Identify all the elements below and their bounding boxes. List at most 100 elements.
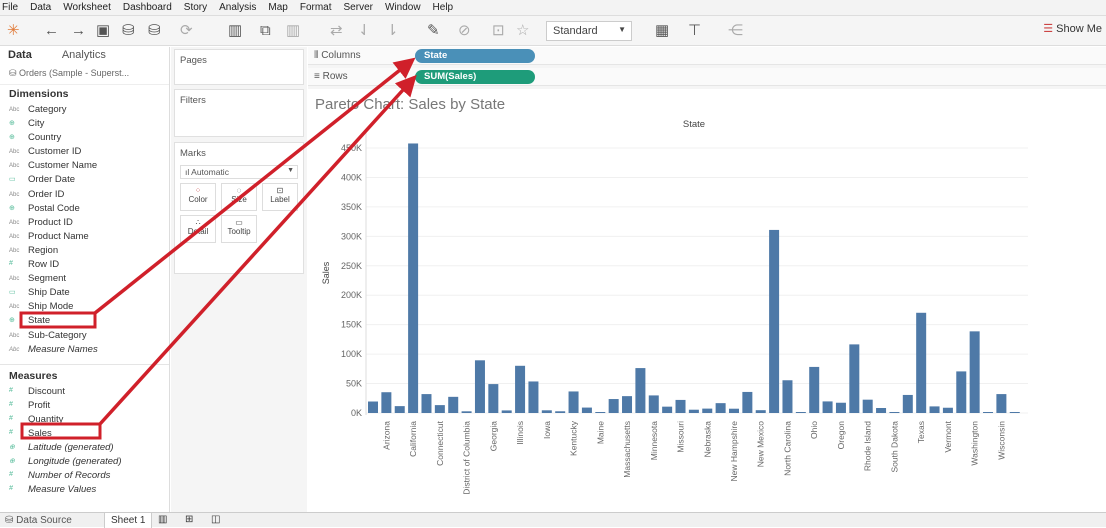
bar-south-carolina[interactable] [876, 408, 887, 413]
measure-field[interactable]: # Discount [0, 386, 169, 400]
bar-iowa[interactable] [541, 410, 552, 413]
bar-indiana[interactable] [528, 381, 539, 413]
dimension-field[interactable]: Abc Category [0, 104, 169, 118]
bar-nebraska[interactable] [702, 408, 713, 413]
menu-analysis[interactable]: Analysis [219, 2, 256, 13]
measure-field[interactable]: # Measure Values [0, 484, 169, 498]
labels-icon[interactable]: ⊡ [492, 22, 505, 40]
bar-virginia[interactable] [956, 371, 967, 413]
sum-sales-pill[interactable]: SUM(Sales) [415, 70, 535, 84]
detail-button[interactable]: ∴ Detail [180, 215, 216, 243]
bar-rhode-island[interactable] [862, 399, 873, 413]
bar-illinois[interactable] [515, 365, 526, 413]
rows-shelf[interactable]: ≡ Rows SUM(Sales) [308, 68, 1106, 86]
new-story-icon[interactable]: ◫ [211, 514, 220, 525]
bar-minnesota[interactable] [648, 395, 659, 413]
dimension-field[interactable]: Abc Region [0, 245, 169, 259]
group-icon[interactable]: ⊘ [458, 22, 471, 40]
menu-dashboard[interactable]: Dashboard [123, 2, 172, 13]
bar-tennessee[interactable] [902, 394, 913, 413]
label-button[interactable]: ⊡ Label [262, 183, 298, 211]
bar-texas[interactable] [916, 312, 927, 413]
bar-new-york[interactable] [769, 229, 780, 413]
data-source-tab[interactable]: ⛁ Data Source [5, 515, 72, 526]
state-pill[interactable]: State [415, 49, 535, 63]
save-icon[interactable]: ▣ [96, 22, 110, 40]
bar-utah[interactable] [929, 406, 940, 413]
bar-florida[interactable] [474, 360, 485, 413]
dimension-field[interactable]: Abc Product ID [0, 217, 169, 231]
menu-file[interactable]: File [2, 2, 18, 13]
show-cards-icon[interactable]: ▦ [655, 22, 669, 40]
bar-montana[interactable] [688, 409, 699, 413]
new-worksheet-icon[interactable]: ▥ [158, 514, 167, 525]
bar-kansas[interactable] [555, 411, 566, 413]
bar-wisconsin[interactable] [996, 394, 1007, 413]
dimension-field[interactable]: ▭ Ship Date [0, 287, 169, 301]
bar-california[interactable] [408, 143, 419, 413]
bar-connecticut[interactable] [434, 405, 445, 413]
bar-michigan[interactable] [635, 368, 646, 413]
measure-field[interactable]: # Sales [0, 428, 169, 442]
bar-nevada[interactable] [715, 403, 726, 413]
dimension-field[interactable]: Abc Segment [0, 273, 169, 287]
bar-maine[interactable] [595, 412, 606, 413]
undo-icon[interactable]: ← [44, 22, 59, 40]
bar-idaho[interactable] [501, 410, 512, 413]
bar-alabama[interactable] [368, 401, 378, 413]
bar-new-mexico[interactable] [755, 410, 766, 413]
bar-south-dakota[interactable] [889, 412, 900, 413]
bar-louisiana[interactable] [581, 407, 592, 413]
sheet-tab[interactable]: Sheet 1 [104, 513, 153, 528]
bar-north-dakota[interactable] [795, 412, 806, 413]
dimension-field[interactable]: Abc Customer Name [0, 160, 169, 174]
highlight-icon[interactable]: ✎ [427, 22, 440, 40]
swap-icon[interactable]: ⇄ [330, 22, 343, 40]
refresh-icon[interactable]: ⟳ [180, 22, 193, 40]
pause-updates-icon[interactable]: ⛁ [148, 22, 161, 40]
measure-field[interactable]: # Profit [0, 400, 169, 414]
presentation-icon[interactable]: ⊤ [688, 22, 701, 40]
measure-field[interactable]: ⊕ Latitude (generated) [0, 442, 169, 456]
clear-sheet-icon[interactable]: ▥ [286, 22, 300, 40]
duplicate-sheet-icon[interactable]: ⧉ [260, 22, 271, 40]
tab-analytics[interactable]: Analytics [54, 47, 114, 63]
dimension-field[interactable]: Abc Sub-Category [0, 330, 169, 344]
tab-data[interactable]: Data [0, 47, 40, 63]
sort-descending-icon[interactable]: ⇂ [386, 22, 399, 40]
bar-ohio[interactable] [809, 366, 820, 413]
dimension-field[interactable]: Abc Customer ID [0, 146, 169, 160]
fit-dropdown[interactable]: Standard ▼ [546, 21, 632, 41]
pages-card[interactable]: Pages [174, 49, 304, 85]
bar-arizona[interactable] [381, 392, 392, 413]
menu-window[interactable]: Window [385, 2, 421, 13]
bar-new-hampshire[interactable] [728, 408, 739, 413]
bar-delaware[interactable] [448, 396, 459, 413]
bar-missouri[interactable] [675, 399, 686, 413]
bar-north-carolina[interactable] [782, 380, 793, 413]
menu-format[interactable]: Format [300, 2, 332, 13]
sort-ascending-icon[interactable]: ⇃ [358, 22, 371, 40]
dimension-field[interactable]: # Row ID [0, 259, 169, 273]
menu-story[interactable]: Story [184, 2, 207, 13]
dimension-field[interactable]: ⊕ State [0, 315, 169, 329]
bar-massachusetts[interactable] [622, 396, 633, 413]
menu-server[interactable]: Server [344, 2, 373, 13]
measure-field[interactable]: # Quantity [0, 414, 169, 428]
share-icon[interactable]: ⋲ [728, 22, 743, 40]
bar-georgia[interactable] [488, 384, 499, 413]
bar-pennsylvania[interactable] [849, 344, 860, 413]
filters-card[interactable]: Filters [174, 89, 304, 137]
measure-field[interactable]: ⊕ Longitude (generated) [0, 456, 169, 470]
bar-colorado[interactable] [421, 394, 432, 413]
bar-oregon[interactable] [835, 402, 846, 413]
pin-icon[interactable]: ☆ [516, 22, 529, 40]
menu-help[interactable]: Help [433, 2, 454, 13]
menu-worksheet[interactable]: Worksheet [63, 2, 111, 13]
bar-vermont[interactable] [942, 407, 953, 413]
tableau-logo-icon[interactable]: ✳ [7, 22, 20, 40]
dimension-field[interactable]: ⊕ City [0, 118, 169, 132]
menu-data[interactable]: Data [30, 2, 51, 13]
bar-kentucky[interactable] [568, 391, 579, 413]
dimension-field[interactable]: ▭ Order Date [0, 174, 169, 188]
